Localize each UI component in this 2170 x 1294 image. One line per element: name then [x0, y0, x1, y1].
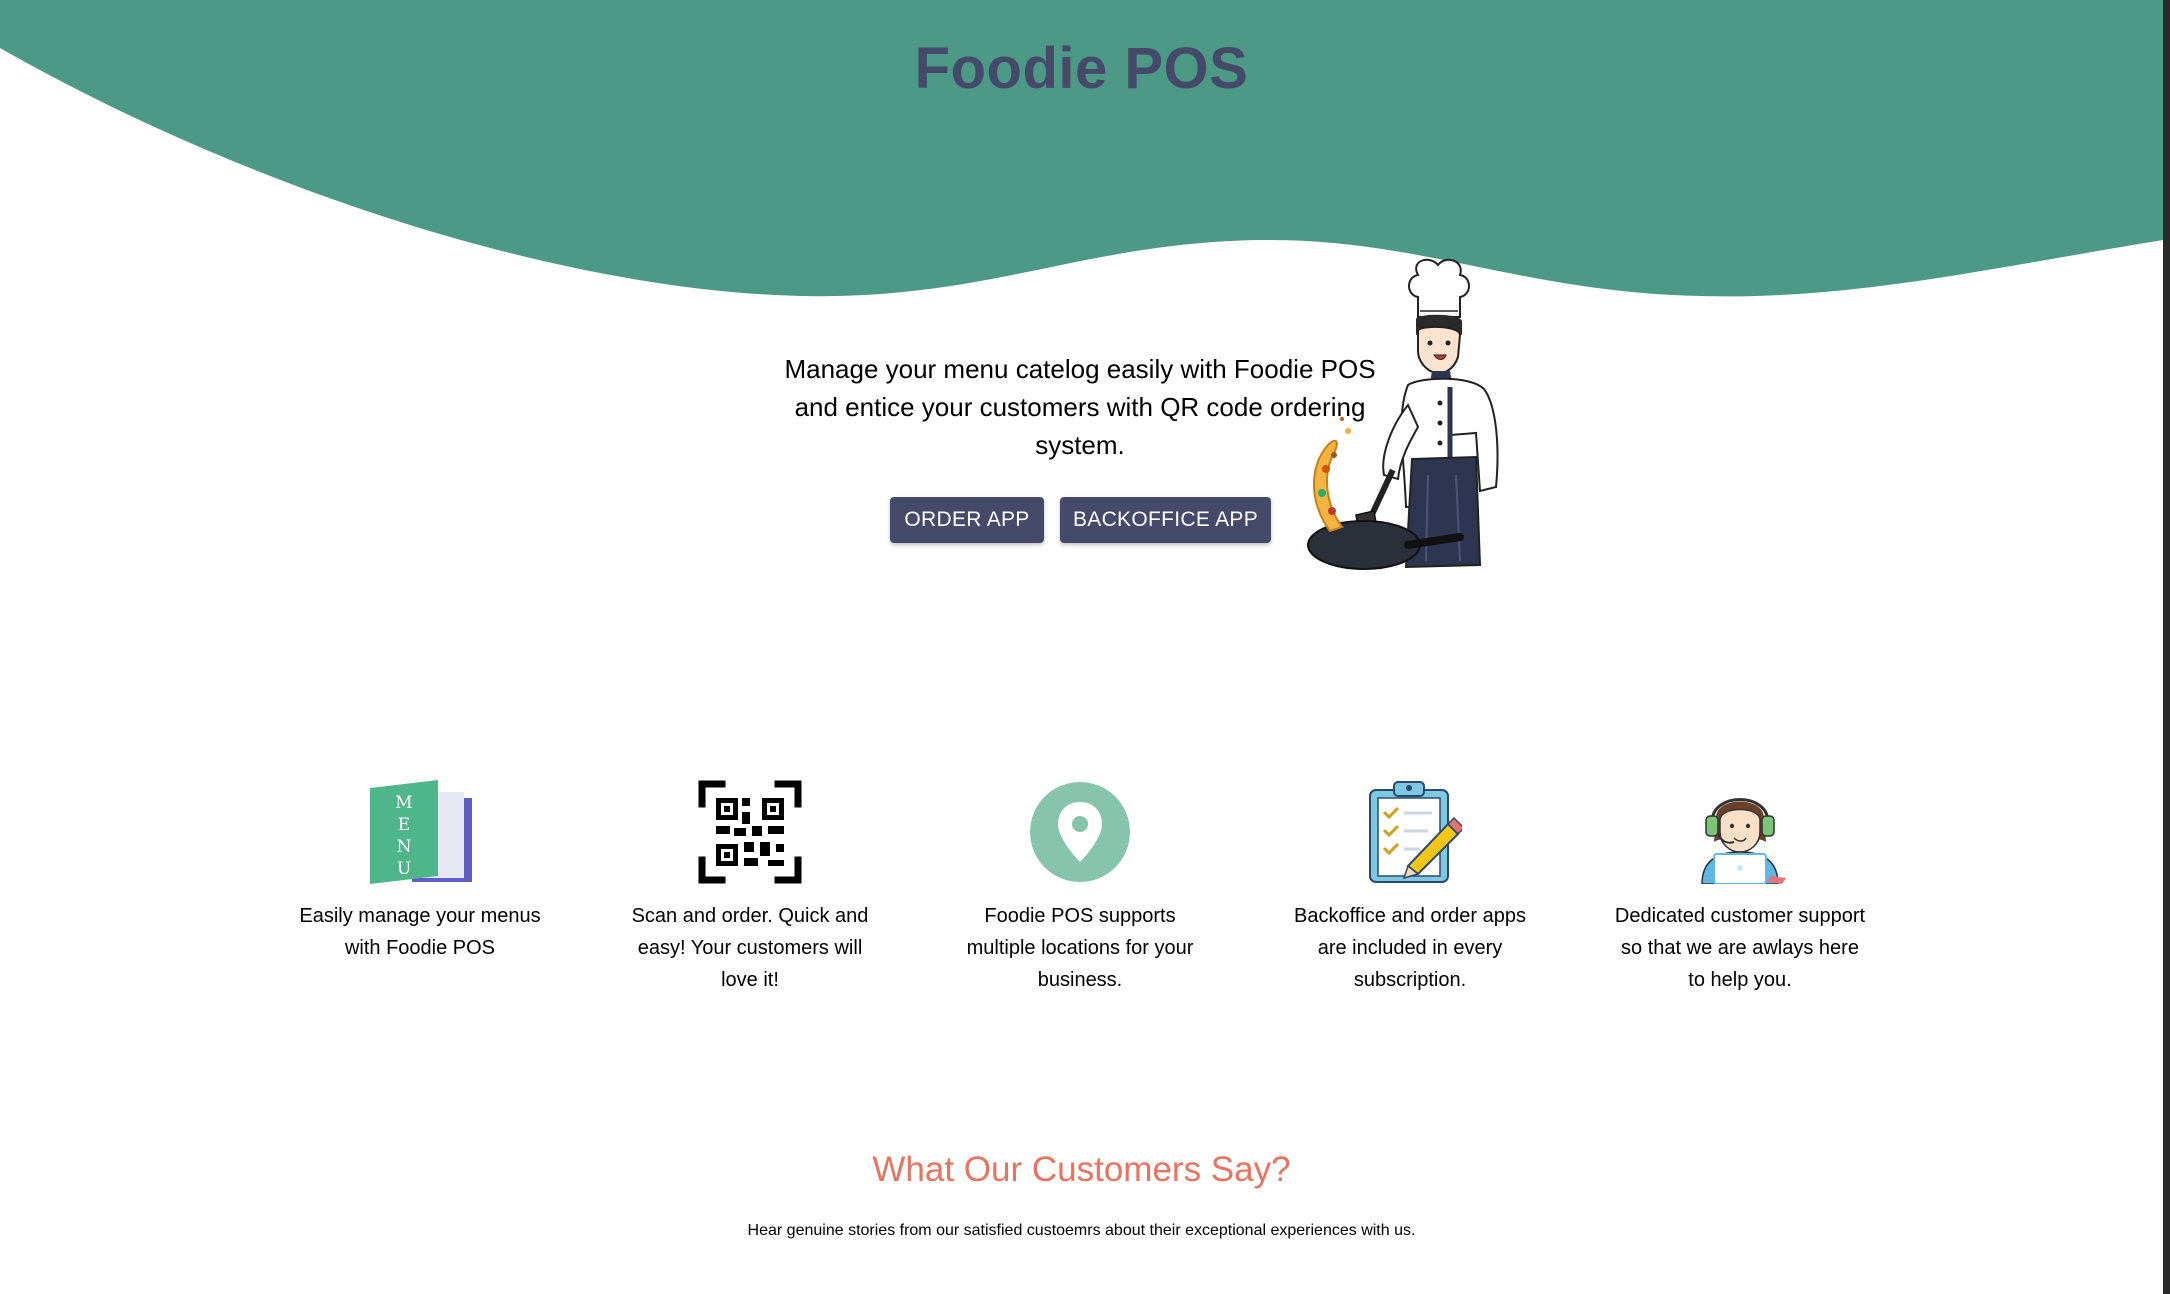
feature-support: Dedicated customer support so that we ar…: [1610, 780, 1870, 996]
feature-support-text: Dedicated customer support so that we ar…: [1614, 905, 1866, 991]
order-app-button[interactable]: ORDER APP: [890, 497, 1044, 543]
menu-letter-m: M: [395, 793, 412, 813]
menu-letter-u: U: [397, 859, 411, 879]
hero-description: Manage your menu catelog easily with Foo…: [784, 354, 1376, 460]
testimonials-subtitle: Hear genuine stories from our satisfied …: [747, 1222, 1416, 1239]
feature-location-text: Foodie POS supports multiple locations f…: [966, 905, 1194, 991]
clipboard-checklist-icon: [1369, 781, 1466, 883]
feature-menu: M E N U Easily manage your menus with Fo…: [290, 780, 550, 964]
chef-icon: [1307, 258, 1499, 570]
landing-page: Foodie POS Manage your menu catelog easi…: [0, 0, 2163, 1294]
menu-letter-n: N: [397, 837, 412, 857]
qr-code-icon: [698, 780, 802, 884]
feature-subscription-text: Backoffice and order apps are included i…: [1293, 905, 1526, 991]
location-pin-icon: [1030, 782, 1130, 882]
feature-qr-text: Scan and order. Quick and easy! Your cus…: [631, 905, 869, 991]
feature-subscription: Backoffice and order apps are included i…: [1280, 780, 1540, 996]
menu-letter-e: E: [398, 815, 410, 835]
testimonials-title: What Our Customers Say?: [872, 1150, 1291, 1189]
backoffice-app-button[interactable]: BACKOFFICE APP: [1060, 497, 1271, 543]
feature-menu-text: Easily manage your menus with Foodie POS: [299, 905, 541, 959]
window-edge: [2163, 0, 2170, 1294]
brand-title: Foodie POS: [914, 36, 1249, 101]
customer-support-icon: [1701, 798, 1786, 885]
feature-location: Foodie POS supports multiple locations f…: [950, 780, 1210, 996]
feature-qr: Scan and order. Quick and easy! Your cus…: [620, 780, 880, 996]
menu-book-icon: M E N U: [370, 780, 472, 884]
